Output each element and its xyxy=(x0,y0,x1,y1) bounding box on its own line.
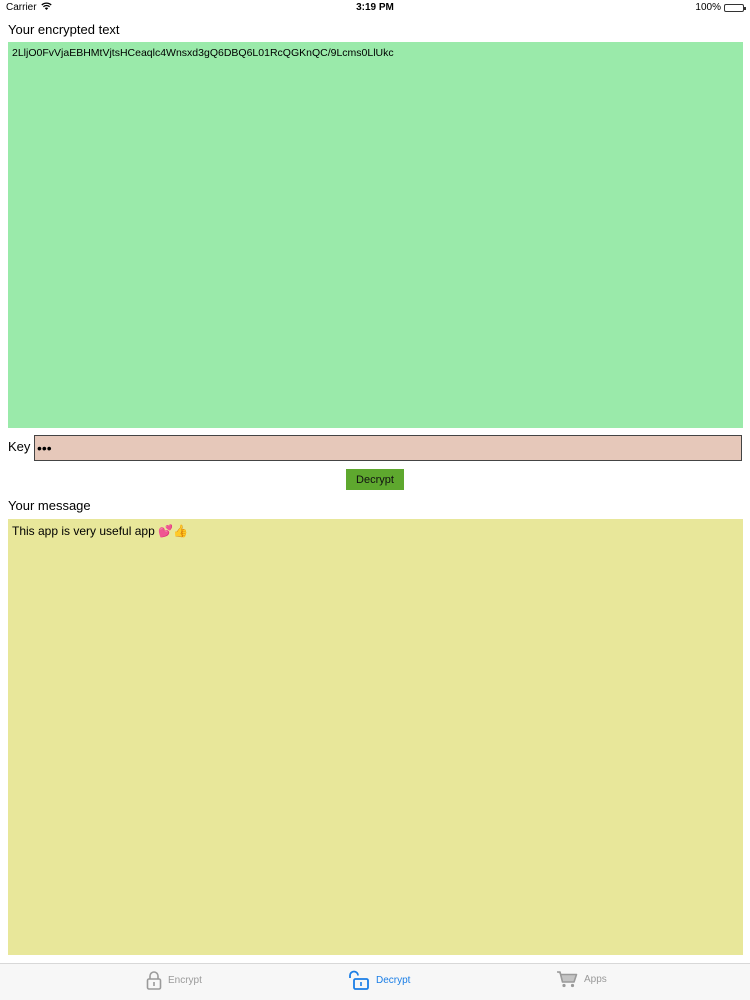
decrypt-screen: Carrier 3:19 PM 100% Your encrypted text… xyxy=(0,0,750,1000)
tab-decrypt-label: Decrypt xyxy=(376,974,411,986)
lock-icon xyxy=(146,970,162,990)
message-field[interactable]: This app is very useful app 💕👍 xyxy=(8,519,743,955)
message-label: Your message xyxy=(8,498,91,513)
tab-bar: Encrypt Decrypt Apps xyxy=(0,963,750,1000)
status-bar: Carrier 3:19 PM 100% xyxy=(0,0,750,16)
decrypt-button[interactable]: Decrypt xyxy=(346,469,404,490)
battery-percentage: 100% xyxy=(695,2,721,13)
tab-encrypt[interactable]: Encrypt xyxy=(146,970,202,990)
status-time: 3:19 PM xyxy=(356,2,394,13)
tab-apps-label: Apps xyxy=(584,973,607,985)
encrypted-text-field[interactable]: 2LljO0FvVjaEBHMtVjtsHCeaqlc4Wnsxd3gQ6DBQ… xyxy=(8,42,743,428)
unlock-icon xyxy=(348,970,370,990)
tab-decrypt[interactable]: Decrypt xyxy=(348,970,410,990)
tab-apps[interactable]: Apps xyxy=(556,970,607,988)
encrypted-text-label: Your encrypted text xyxy=(8,22,120,37)
cart-icon xyxy=(556,970,578,988)
tab-encrypt-label: Encrypt xyxy=(168,974,202,986)
key-field[interactable] xyxy=(34,435,742,461)
battery-status: 100% xyxy=(695,2,746,13)
key-label: Key xyxy=(8,439,31,454)
battery-icon xyxy=(724,3,746,12)
